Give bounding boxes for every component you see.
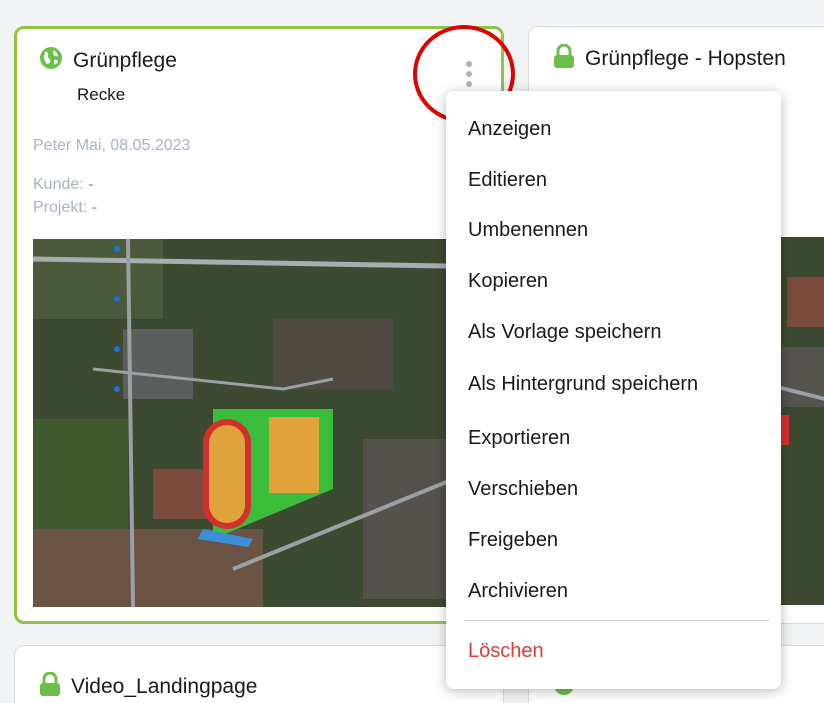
- project-card-gruenpflege-recke[interactable]: Grünpflege Recke Peter Mai, 08.05.2023 K…: [14, 26, 504, 624]
- kebab-dot: [466, 81, 472, 87]
- card-title[interactable]: Video_Landingpage: [71, 675, 257, 699]
- menu-item-kopieren[interactable]: Kopieren: [468, 270, 548, 293]
- menu-item-exportieren[interactable]: Exportieren: [468, 427, 570, 450]
- aerial-map-image: [777, 237, 824, 605]
- menu-item-archivieren[interactable]: Archivieren: [468, 580, 568, 603]
- card-author-date: Peter Mai, 08.05.2023: [33, 137, 191, 154]
- menu-item-loeschen[interactable]: Löschen: [468, 640, 544, 663]
- more-options-button[interactable]: [459, 57, 479, 91]
- menu-item-als-hintergrund-speichern[interactable]: Als Hintergrund speichern: [468, 373, 698, 396]
- card-title[interactable]: Grünpflege: [73, 49, 177, 73]
- map-preview[interactable]: [33, 239, 503, 607]
- project-card-video-landingpage[interactable]: Video_Landingpage: [14, 645, 504, 703]
- aerial-map-image: [33, 239, 503, 607]
- menu-item-freigeben[interactable]: Freigeben: [468, 529, 558, 552]
- projekt-label: Projekt:: [33, 199, 88, 216]
- card-title-row: Grünpflege - Hopsten: [553, 43, 786, 73]
- menu-item-als-vorlage-speichern[interactable]: Als Vorlage speichern: [468, 321, 661, 344]
- kebab-dot: [466, 61, 472, 67]
- menu-divider: [464, 620, 769, 621]
- menu-item-verschieben[interactable]: Verschieben: [468, 478, 578, 501]
- menu-item-umbenennen[interactable]: Umbenennen: [468, 219, 588, 242]
- kunde-value: -: [88, 176, 94, 193]
- card-title-row: Grünpflege: [39, 46, 177, 75]
- lock-icon: [39, 671, 61, 701]
- card-location: Recke: [77, 85, 126, 104]
- menu-item-editieren[interactable]: Editieren: [468, 169, 547, 192]
- globe-icon: [39, 46, 63, 75]
- project-grid: Grünpflege Recke Peter Mai, 08.05.2023 K…: [0, 0, 824, 703]
- context-menu: Anzeigen Editieren Umbenennen Kopieren A…: [446, 91, 781, 689]
- lock-icon: [553, 43, 575, 73]
- card-projekt: Projekt: -: [33, 199, 97, 217]
- card-title-row: Video_Landingpage: [39, 671, 257, 701]
- map-preview[interactable]: [777, 237, 824, 605]
- card-kunde: Kunde: -: [33, 176, 94, 194]
- projekt-value: -: [91, 199, 98, 216]
- kunde-label: Kunde:: [33, 176, 84, 193]
- menu-item-anzeigen[interactable]: Anzeigen: [468, 118, 551, 141]
- card-title[interactable]: Grünpflege - Hopsten: [585, 47, 786, 71]
- kebab-dot: [466, 71, 472, 77]
